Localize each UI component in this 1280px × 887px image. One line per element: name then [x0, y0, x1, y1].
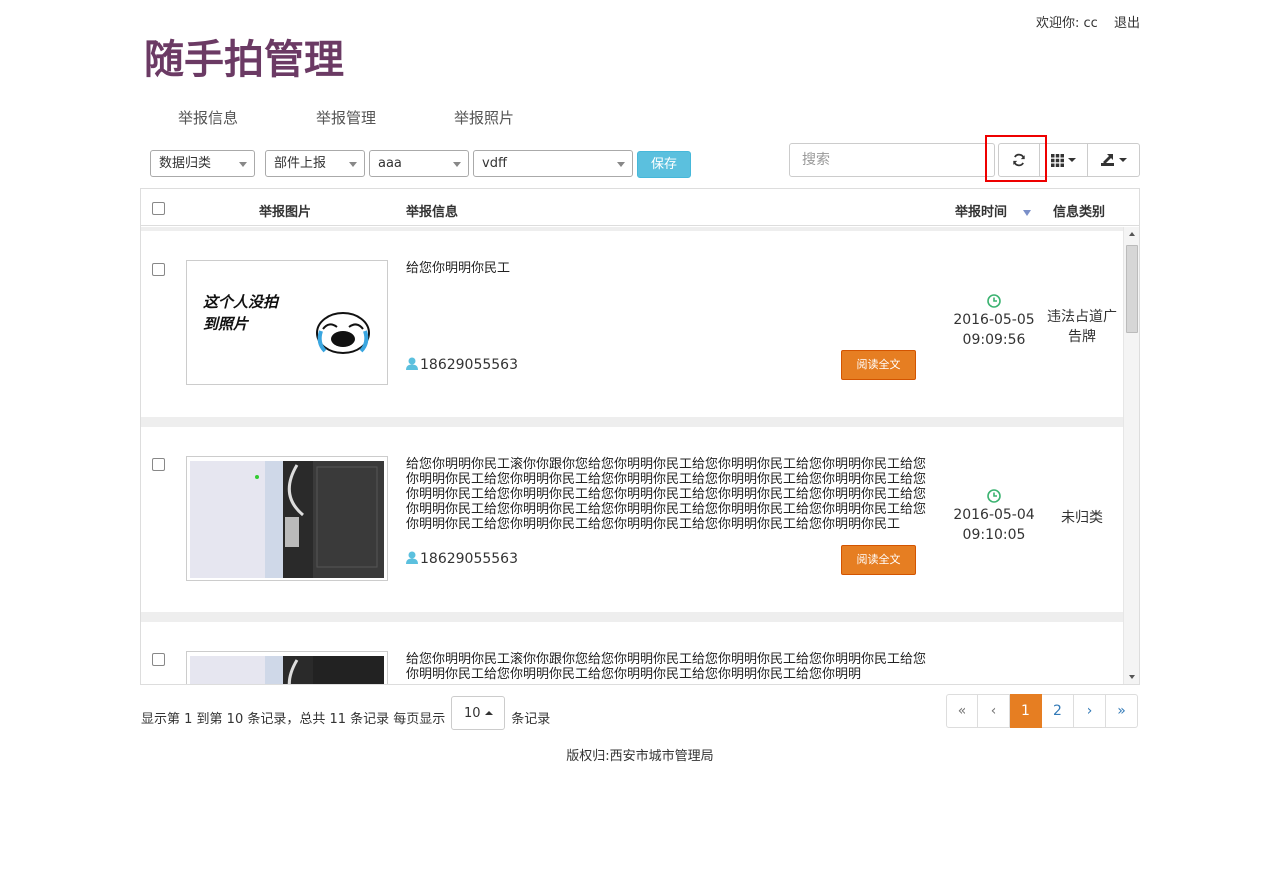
data-category-select[interactable]: 数据归类 — [150, 150, 255, 177]
report-category: 违法占道广告牌 — [1047, 309, 1117, 345]
pagination: « ‹ 1 2 › » — [946, 694, 1138, 728]
page-first-button[interactable]: « — [946, 694, 978, 728]
row-checkbox[interactable] — [152, 653, 165, 666]
chevron-down-icon — [453, 162, 461, 167]
reporter-phone: 18629055563 — [406, 551, 518, 567]
table-row: 这个人没拍 到照片 给您你明明你民工 18629055563 阅读全文 2016… — [141, 231, 1123, 417]
page-1-button[interactable]: 1 — [1010, 694, 1042, 728]
report-clock: 09:09:56 — [962, 332, 1026, 348]
page-size-value: 10 — [464, 705, 481, 721]
header-category: 信息类别 — [1053, 205, 1106, 220]
pagination-info-prefix: 显示第 1 到第 10 条记录，总共 11 条记录 每页显示 — [141, 711, 446, 727]
report-time: 2016-05-04 09:10:05 — [941, 489, 1047, 545]
user-bar: 欢迎你: cc 退出 — [1036, 12, 1140, 31]
chevron-up-icon — [484, 711, 493, 715]
pagination-info-suffix: 条记录 — [511, 711, 551, 727]
reporter-phone-text: 18629055563 — [420, 357, 518, 373]
read-full-button[interactable]: 阅读全文 — [841, 545, 916, 575]
user-icon — [406, 357, 418, 370]
page-next-button[interactable]: › — [1074, 694, 1106, 728]
chevron-down-icon — [349, 162, 357, 167]
page-size-select[interactable]: 10 — [451, 696, 506, 730]
report-table: 举报图片 举报信息 举报时间 信息类别 这个人没拍 到照片 给您你明明你民工 1… — [140, 188, 1140, 685]
user-icon — [406, 551, 418, 564]
clock-icon — [987, 294, 1001, 308]
welcome-text: 欢迎你: cc — [1036, 16, 1098, 31]
columns-toggle-button[interactable] — [1040, 143, 1088, 177]
sort-desc-icon — [1023, 209, 1032, 216]
header-photo: 举报图片 — [259, 205, 312, 220]
page-prev-button[interactable]: ‹ — [978, 694, 1010, 728]
header-time-label: 举报时间 — [955, 205, 1008, 220]
desk-photo — [190, 461, 384, 578]
search-input[interactable] — [789, 143, 995, 177]
save-button[interactable]: 保存 — [637, 151, 691, 178]
nav-item-report-photos[interactable]: 举报照片 — [454, 107, 514, 128]
read-full-button[interactable]: 阅读全文 — [841, 350, 916, 380]
clock-icon — [987, 489, 1001, 503]
logout-link[interactable]: 退出 — [1114, 16, 1140, 31]
report-thumbnail[interactable] — [186, 456, 388, 581]
table-header: 举报图片 举报信息 举报时间 信息类别 — [141, 189, 1139, 226]
report-category: 未归类 — [1061, 510, 1103, 526]
row-checkbox[interactable] — [152, 263, 165, 276]
report-thumbnail[interactable] — [186, 651, 388, 684]
export-button[interactable] — [1088, 143, 1140, 177]
main-nav: 举报信息 举报管理 举报照片 — [178, 107, 592, 128]
subcategory-select-value: aaa — [378, 156, 402, 171]
grid-icon — [1051, 153, 1064, 167]
table-body: 这个人没拍 到照片 给您你明明你民工 18629055563 阅读全文 2016… — [141, 227, 1123, 684]
refresh-button[interactable] — [998, 143, 1040, 177]
nav-item-report-manage[interactable]: 举报管理 — [316, 107, 376, 128]
chevron-down-icon — [1119, 158, 1127, 162]
scroll-thumb[interactable] — [1126, 245, 1138, 333]
report-message: 给您你明明你民工 — [406, 261, 511, 276]
department-report-select-value: 部件上报 — [274, 156, 327, 171]
item-select-value: vdff — [482, 156, 507, 171]
item-select[interactable]: vdff — [473, 150, 633, 177]
chevron-down-icon — [617, 162, 625, 167]
pagination-info: 显示第 1 到第 10 条记录，总共 11 条记录 每页显示 10 条记录 — [141, 696, 551, 730]
subcategory-select[interactable]: aaa — [369, 150, 469, 177]
report-clock: 09:10:05 — [962, 527, 1026, 543]
data-category-select-value: 数据归类 — [159, 156, 212, 171]
header-info: 举报信息 — [406, 205, 459, 220]
reporter-phone-text: 18629055563 — [420, 551, 518, 567]
export-icon — [1101, 154, 1114, 166]
report-date: 2016-05-05 — [953, 312, 1035, 328]
toolbar: 数据归类 部件上报 aaa vdff 保存 — [150, 143, 1140, 178]
scroll-down-icon[interactable] — [1129, 675, 1135, 679]
table-row: 给您你明明你民工滚你你跟你您给您你明明你民工给您你明明你民工给您你明明你民工给您… — [141, 622, 1123, 684]
report-time: 2016-05-05 09:09:56 — [941, 294, 1047, 350]
row-separator — [141, 612, 1123, 622]
app-logo: 随手拍管理 — [144, 37, 344, 83]
desk-photo — [190, 656, 384, 684]
report-date: 2016-05-04 — [953, 507, 1035, 523]
reporter-phone: 18629055563 — [406, 357, 518, 373]
chevron-down-icon — [239, 162, 247, 167]
row-separator — [141, 417, 1123, 427]
table-row: 给您你明明你民工滚你你跟你您给您你明明你民工给您你明明你民工给您你明明你民工给您… — [141, 427, 1123, 612]
department-report-select[interactable]: 部件上报 — [265, 150, 365, 177]
header-time[interactable]: 举报时间 — [955, 201, 1032, 220]
table-tools — [998, 143, 1140, 177]
page-last-button[interactable]: » — [1106, 694, 1138, 728]
page-2-button[interactable]: 2 — [1042, 694, 1074, 728]
scroll-up-icon[interactable] — [1129, 232, 1135, 236]
select-all-checkbox[interactable] — [152, 202, 165, 215]
nav-item-report-info[interactable]: 举报信息 — [178, 107, 238, 128]
table-scrollbar[interactable] — [1123, 227, 1139, 684]
row-checkbox[interactable] — [152, 458, 165, 471]
chevron-down-icon — [1068, 158, 1076, 162]
no-photo-text: 这个人没拍 到照片 — [203, 293, 279, 333]
copyright-footer: 版权归:西安市城市管理局 — [566, 749, 714, 764]
refresh-icon — [1013, 153, 1025, 167]
report-message: 给您你明明你民工滚你你跟你您给您你明明你民工给您你明明你民工给您你明明你民工给您… — [406, 652, 927, 682]
crying-face-icon — [316, 312, 370, 354]
report-message: 给您你明明你民工滚你你跟你您给您你明明你民工给您你明明你民工给您你明明你民工给您… — [406, 457, 927, 532]
report-thumbnail[interactable]: 这个人没拍 到照片 — [186, 260, 388, 385]
